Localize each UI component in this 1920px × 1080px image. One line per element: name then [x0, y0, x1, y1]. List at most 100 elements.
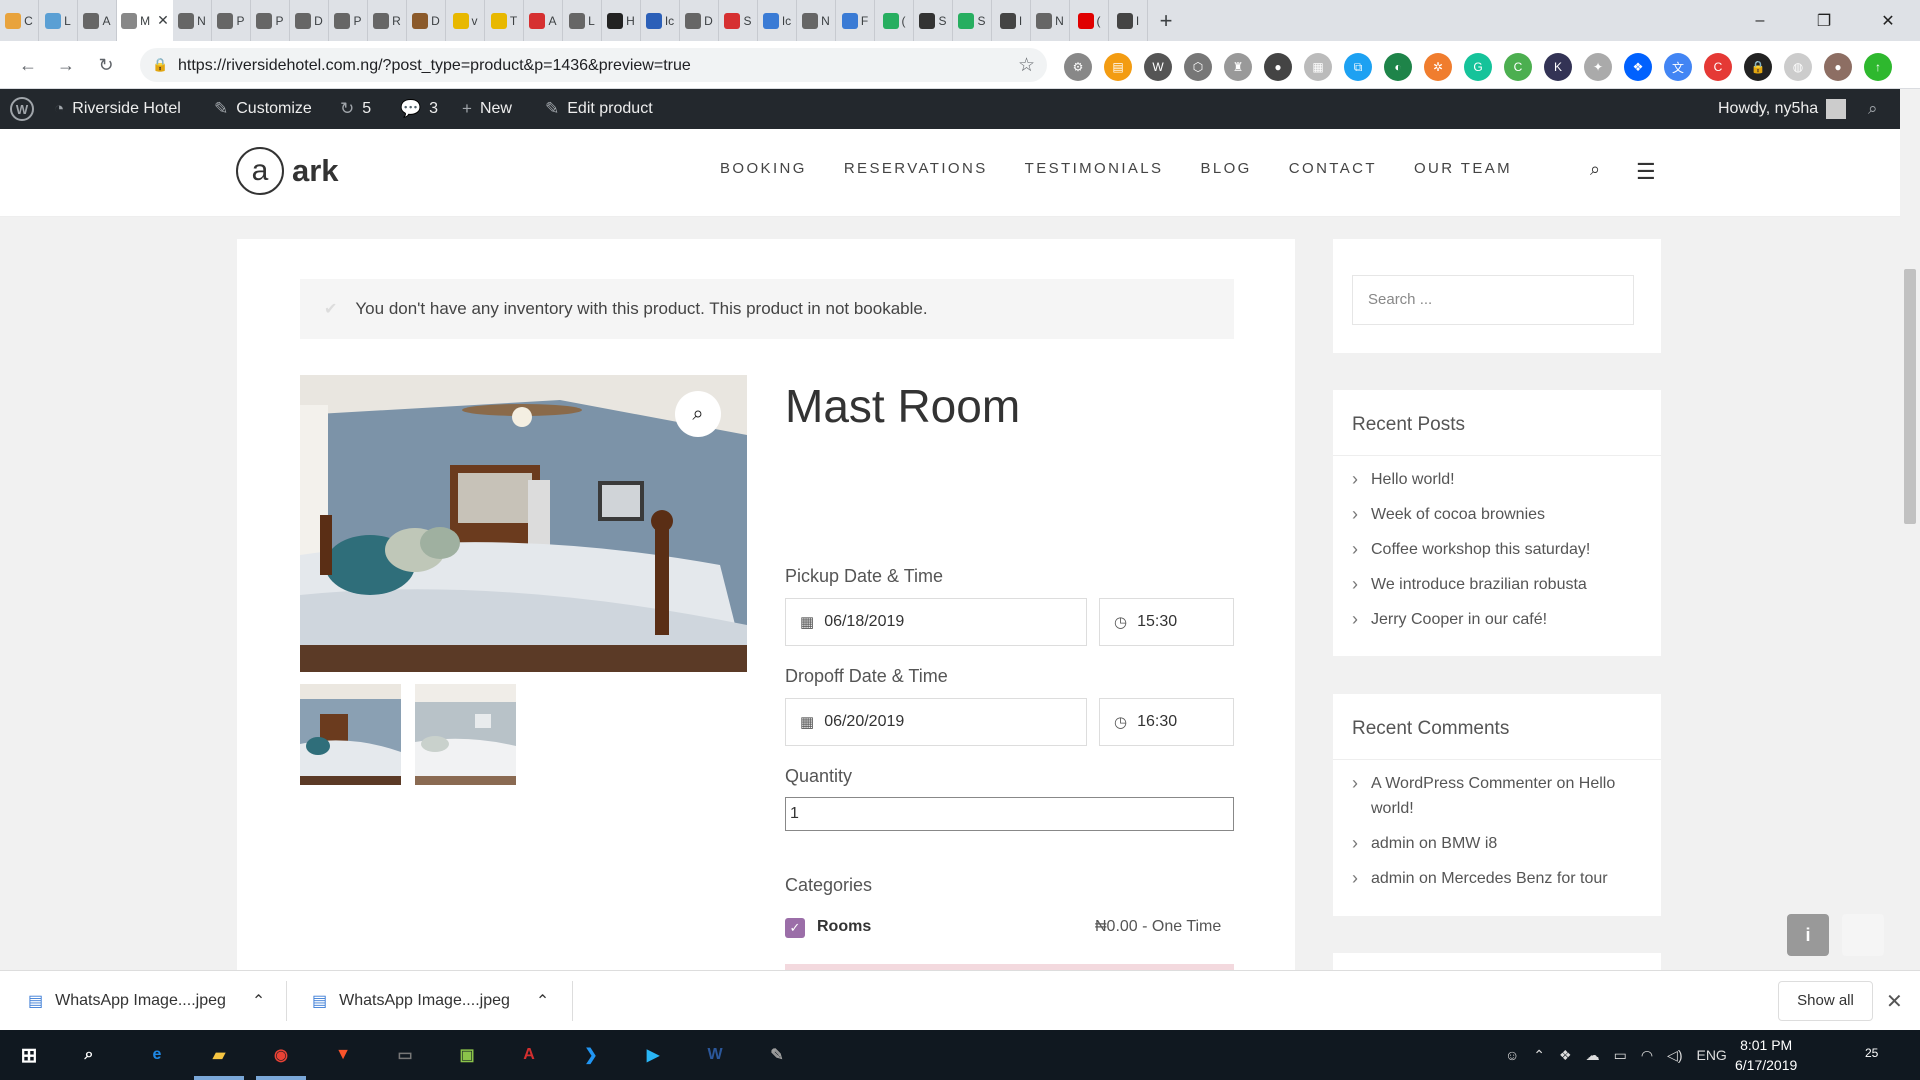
address-bar[interactable]: 🔒 https://riversidehotel.com.ng/?post_ty… — [140, 48, 1047, 82]
pickup-date-field[interactable]: ▦ 06/18/2019 — [785, 598, 1087, 646]
extension-icon[interactable]: ⧉ — [1344, 53, 1372, 81]
recent-post-link[interactable]: Jerry Cooper in our café! — [1352, 607, 1642, 633]
extension-icon[interactable]: C — [1504, 53, 1532, 81]
chevron-up-icon[interactable]: ⌃ — [1533, 1047, 1545, 1064]
minimize-button[interactable]: – — [1728, 0, 1792, 41]
remote-taskbar-icon[interactable]: ▶ — [636, 1038, 670, 1072]
product-thumbnail-1[interactable] — [300, 684, 401, 785]
page-scrollbar[interactable] — [1900, 89, 1920, 970]
browser-tab[interactable]: Ic — [758, 0, 797, 41]
dropoff-time-field[interactable]: ◷ 16:30 — [1099, 698, 1234, 746]
recent-post-link[interactable]: We introduce brazilian robusta — [1352, 572, 1642, 598]
chevron-up-icon[interactable]: ⌃ — [252, 991, 265, 1011]
volume-icon[interactable]: ◁) — [1667, 1047, 1682, 1064]
tab-close-icon[interactable]: ✕ — [157, 12, 169, 29]
dropoff-date-field[interactable]: ▦ 06/20/2019 — [785, 698, 1087, 746]
site-logo[interactable]: a ark — [236, 147, 339, 195]
download-item[interactable]: ▤ WhatsApp Image....jpeg ⌃ — [28, 971, 265, 1031]
acrobat-taskbar-icon[interactable]: A — [512, 1038, 546, 1072]
wifi-icon[interactable]: ◠ — [1641, 1047, 1653, 1064]
browser-tab[interactable]: D — [680, 0, 719, 41]
extension-icon[interactable]: ● — [1264, 53, 1292, 81]
browser-tab[interactable]: M ✕ — [117, 0, 173, 41]
recent-comment-link[interactable]: admin on BMW i8 — [1352, 831, 1642, 857]
browser-tab[interactable]: v — [446, 0, 485, 41]
forward-button[interactable]: → — [52, 51, 80, 79]
sidebar-search-input[interactable]: Search ... — [1352, 275, 1634, 325]
nav-booking[interactable]: BOOKING — [720, 160, 807, 177]
recent-post-link[interactable]: Coffee workshop this saturday! — [1352, 537, 1642, 563]
wp-search-icon[interactable]: ⌕ — [1868, 89, 1878, 129]
wp-customize[interactable]: ✎ Customize — [214, 89, 312, 129]
back-button[interactable]: ← — [14, 51, 42, 79]
browser-tab[interactable]: P — [212, 0, 251, 41]
extension-icon[interactable]: ▤ — [1104, 53, 1132, 81]
browser-tab[interactable]: N — [1031, 0, 1070, 41]
recent-post-link[interactable]: Week of cocoa brownies — [1352, 502, 1642, 528]
browser-tab[interactable]: A — [524, 0, 563, 41]
wp-comments[interactable]: 💬 3 — [400, 89, 438, 129]
recent-comment-link[interactable]: admin on Mercedes Benz for tour — [1352, 866, 1642, 892]
browser-tab[interactable]: S — [914, 0, 953, 41]
recent-comment-link[interactable]: A WordPress Commenter on Hello world! — [1352, 771, 1642, 821]
extension-icon[interactable]: ♜ — [1224, 53, 1252, 81]
wp-new[interactable]: + New — [462, 89, 512, 129]
browser-tab[interactable]: I — [992, 0, 1031, 41]
nav-our-team[interactable]: OUR TEAM — [1414, 160, 1512, 177]
nav-testimonials[interactable]: TESTIMONIALS — [1025, 160, 1164, 177]
browser-tab[interactable]: C — [0, 0, 39, 41]
extension-icon[interactable]: 🔒 — [1744, 53, 1772, 81]
url-text[interactable]: https://riversidehotel.com.ng/?post_type… — [178, 57, 691, 75]
chrome-taskbar-icon[interactable]: ◉ — [264, 1038, 298, 1072]
extension-icon[interactable]: ⚙ — [1064, 53, 1092, 81]
hamburger-menu-icon[interactable]: ☰ — [1636, 159, 1656, 185]
browser-tab[interactable]: H — [602, 0, 641, 41]
browser-tab[interactable]: I — [1109, 0, 1148, 41]
extension-icon[interactable]: C — [1704, 53, 1732, 81]
extension-icon[interactable]: W — [1144, 53, 1172, 81]
explorer-taskbar-icon[interactable]: ▰ — [202, 1038, 236, 1072]
browser-tab[interactable]: N — [173, 0, 212, 41]
restore-button[interactable]: ❐ — [1792, 0, 1856, 41]
nav-reservations[interactable]: RESERVATIONS — [844, 160, 988, 177]
word-taskbar-icon[interactable]: W — [698, 1038, 732, 1072]
extension-icon[interactable]: ❖ — [1624, 53, 1652, 81]
search-icon[interactable]: ⌕ — [72, 1038, 106, 1072]
close-window-button[interactable]: ✕ — [1856, 0, 1920, 41]
browser-tab[interactable]: D — [407, 0, 446, 41]
extension-icon[interactable]: ◐ — [1384, 53, 1412, 81]
windows-start-icon[interactable]: ⊞ — [12, 1038, 46, 1072]
extension-icon[interactable]: ✦ — [1584, 53, 1612, 81]
nav-blog[interactable]: BLOG — [1200, 160, 1251, 177]
reload-button[interactable]: ↻ — [92, 51, 120, 79]
edge-taskbar-icon[interactable]: e — [140, 1038, 174, 1072]
browser-tab[interactable]: P — [251, 0, 290, 41]
chevron-up-icon[interactable]: ⌃ — [536, 991, 549, 1011]
notification-center-icon[interactable]: 25 — [1865, 1041, 1878, 1062]
extension-icon[interactable]: G — [1464, 53, 1492, 81]
product-thumbnail-2[interactable] — [415, 684, 516, 785]
browser-tab[interactable]: S — [719, 0, 758, 41]
browser-tab[interactable]: S — [953, 0, 992, 41]
browser-tab[interactable]: T — [485, 0, 524, 41]
terminal-taskbar-icon[interactable]: ▭ — [388, 1038, 422, 1072]
browser-tab[interactable]: R — [368, 0, 407, 41]
wp-howdy[interactable]: Howdy, ny5ha — [1718, 89, 1847, 129]
dropbox-icon[interactable]: ❖ — [1559, 1047, 1572, 1064]
wordpress-logo-icon[interactable]: W — [10, 89, 34, 129]
wp-edit-product[interactable]: ✎ Edit product — [545, 89, 653, 129]
people-icon[interactable]: ☺ — [1505, 1047, 1519, 1063]
browser-tab[interactable]: D — [290, 0, 329, 41]
nav-contact[interactable]: CONTACT — [1289, 160, 1377, 177]
download-item[interactable]: ▤ WhatsApp Image....jpeg ⌃ — [312, 971, 549, 1031]
vscode-taskbar-icon[interactable]: ❯ — [574, 1038, 608, 1072]
category-checkbox[interactable]: ✓ — [785, 918, 805, 938]
browser-tab[interactable]: P — [329, 0, 368, 41]
quantity-input[interactable]: 1 — [785, 797, 1234, 831]
battery-icon[interactable]: ▭ — [1614, 1047, 1627, 1064]
extension-icon[interactable]: ▦ — [1304, 53, 1332, 81]
browser-tab[interactable]: L — [39, 0, 78, 41]
pickup-time-field[interactable]: ◷ 15:30 — [1099, 598, 1234, 646]
extension-icon[interactable]: ● — [1824, 53, 1852, 81]
header-search-icon[interactable]: ⌕ — [1590, 159, 1600, 180]
